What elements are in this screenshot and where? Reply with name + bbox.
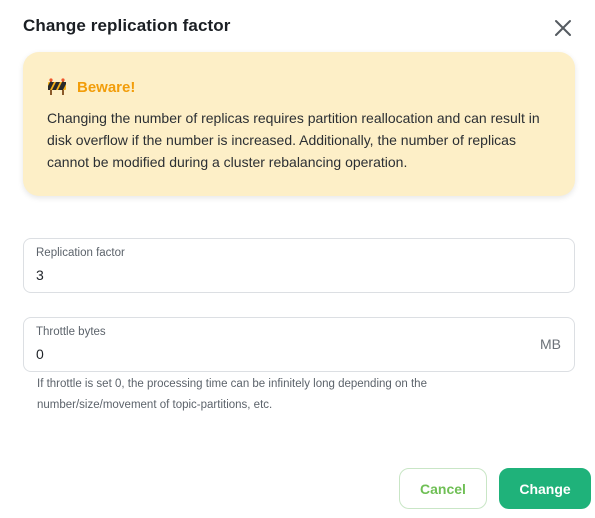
- warning-message: Changing the number of replicas requires…: [47, 110, 540, 170]
- throttle-unit: MB: [540, 336, 561, 352]
- close-icon: [555, 20, 571, 36]
- warning-banner: Beware! Changing the number of replicas …: [23, 52, 575, 196]
- dialog-title: Change replication factor: [23, 16, 231, 35]
- change-replication-factor-dialog: Change replication factor Beware! Changi…: [0, 0, 595, 518]
- change-button[interactable]: Change: [499, 468, 591, 509]
- warning-header: Beware!: [47, 78, 135, 96]
- close-button[interactable]: [551, 16, 575, 40]
- replication-factor-field[interactable]: Replication factor: [23, 238, 575, 293]
- throttle-helper-text: If throttle is set 0, the processing tim…: [37, 378, 427, 411]
- cancel-button[interactable]: Cancel: [399, 468, 487, 509]
- replication-factor-input[interactable]: [36, 267, 496, 283]
- warning-title: Beware!: [77, 78, 136, 96]
- throttle-bytes-label: Throttle bytes: [36, 326, 106, 338]
- throttle-bytes-field[interactable]: Throttle bytes MB: [23, 317, 575, 372]
- throttle-bytes-input[interactable]: [36, 346, 496, 362]
- replication-factor-label: Replication factor: [36, 247, 125, 259]
- construction-barrier-icon: [48, 78, 66, 95]
